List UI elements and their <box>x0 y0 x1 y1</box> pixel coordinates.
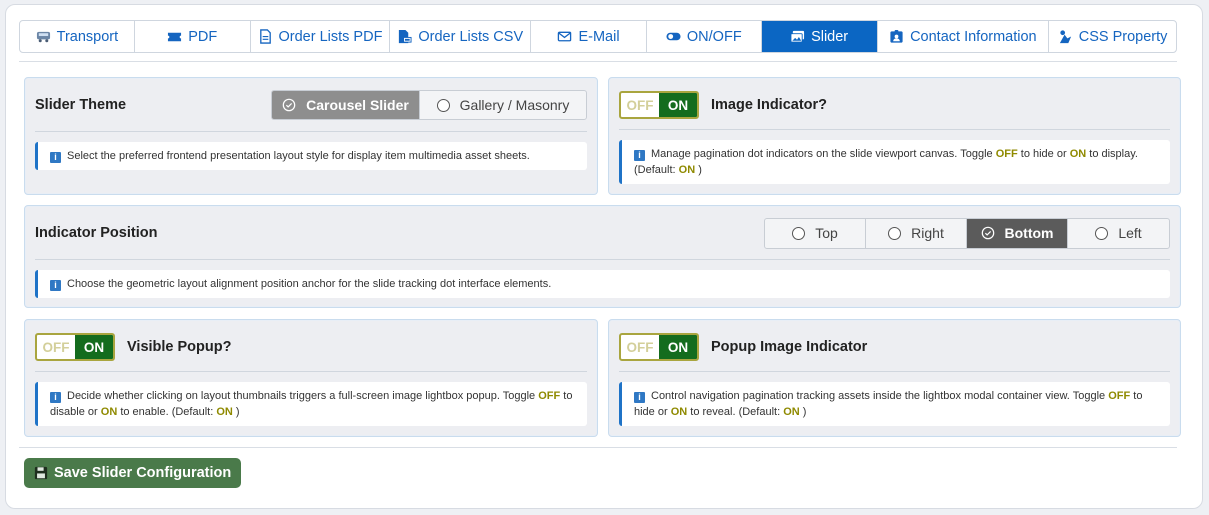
tab-email[interactable]: E-Mail <box>531 21 647 52</box>
tab-on-off[interactable]: ON/OFF <box>647 21 762 52</box>
slider-theme-info: i Select the preferred frontend presentat… <box>35 142 587 170</box>
popup-image-indicator-label: Popup Image Indicator <box>711 339 868 355</box>
tab-slider[interactable]: Slider <box>761 21 878 52</box>
slider-theme-segmented: Carousel Slider Gallery / Masonry <box>271 90 587 120</box>
check-circle-icon <box>981 226 994 240</box>
info-icon: i <box>50 392 61 403</box>
image-indicator-panel: OFF ON Image Indicator? i Manage paginati… <box>608 77 1181 195</box>
tab-transport[interactable]: Transport <box>20 21 135 52</box>
floppy-disk-icon <box>34 466 48 480</box>
toggle-icon <box>666 32 681 41</box>
info-icon: i <box>50 280 61 291</box>
indicator-position-segmented: Top Right Bottom Left <box>764 217 1170 249</box>
save-slider-configuration-button[interactable]: Save Slider Configuration <box>24 458 242 488</box>
indicator-position-label: Indicator Position <box>35 225 158 241</box>
images-icon <box>790 30 805 43</box>
panel-divider <box>35 371 587 372</box>
tab-order-lists-pdf[interactable]: Order Lists PDF <box>251 21 391 52</box>
popup-image-indicator-toggle[interactable]: OFF ON <box>619 333 699 361</box>
popup-image-indicator-panel: OFF ON Popup Image Indicator i Control na… <box>608 319 1181 437</box>
document-icon <box>259 29 271 44</box>
radio-circle-icon <box>436 98 450 112</box>
radio-circle-icon <box>792 226 806 240</box>
panel-divider <box>619 371 1170 372</box>
option-bottom[interactable]: Bottom <box>967 218 1068 248</box>
visible-popup-label: Visible Popup? <box>127 339 232 355</box>
panel-divider <box>619 129 1170 130</box>
info-icon: i <box>634 392 645 403</box>
tab-contact-information[interactable]: Contact Information <box>878 21 1050 52</box>
info-icon: i <box>50 152 61 163</box>
tab-pdf[interactable]: PDF <box>135 21 251 52</box>
tab-order-lists-csv[interactable]: Order Lists CSV <box>390 21 532 52</box>
indicator-position-panel: Indicator Position Top Right Bottom Left… <box>24 205 1181 308</box>
envelope-icon <box>558 31 572 42</box>
radio-circle-icon <box>888 226 902 240</box>
option-top[interactable]: Top <box>765 218 866 248</box>
panel-divider <box>35 131 587 132</box>
image-indicator-info: i Manage pagination dot indicators on the… <box>619 140 1170 184</box>
info-icon: i <box>634 150 645 161</box>
css-icon <box>1059 30 1071 44</box>
tab-css-property[interactable]: CSS Property <box>1049 21 1176 52</box>
option-right[interactable]: Right <box>866 218 967 248</box>
tabs-divider <box>19 61 1177 62</box>
option-gallery-masonry[interactable]: Gallery / Masonry <box>420 91 586 119</box>
panel-divider <box>35 259 1170 260</box>
id-card-icon <box>890 29 903 43</box>
visible-popup-panel: OFF ON Visible Popup? i Decide whether cl… <box>24 319 598 437</box>
check-circle-icon <box>282 98 296 112</box>
slider-theme-label: Slider Theme <box>35 97 127 113</box>
truck-icon <box>36 31 50 43</box>
csv-file-icon <box>399 29 412 44</box>
radio-circle-icon <box>1095 226 1109 240</box>
visible-popup-toggle[interactable]: OFF ON <box>35 333 115 361</box>
tab-bar: Transport PDF Order Lists PDF Order List… <box>19 20 1177 53</box>
option-left[interactable]: Left <box>1068 219 1169 248</box>
popup-image-indicator-info: i Control navigation pagination tracking … <box>619 382 1170 426</box>
option-carousel-slider[interactable]: Carousel Slider <box>272 91 420 119</box>
ticket-icon <box>168 32 182 42</box>
image-indicator-label: Image Indicator? <box>711 97 828 113</box>
visible-popup-info: i Decide whether clicking on layout thumb… <box>35 382 587 426</box>
indicator-position-info: i Choose the geometric layout alignment p… <box>35 270 1170 298</box>
image-indicator-toggle[interactable]: OFF ON <box>619 91 699 119</box>
slider-theme-panel: Slider Theme Carousel Slider Gallery / M… <box>24 77 598 195</box>
footer-divider <box>19 447 1177 448</box>
